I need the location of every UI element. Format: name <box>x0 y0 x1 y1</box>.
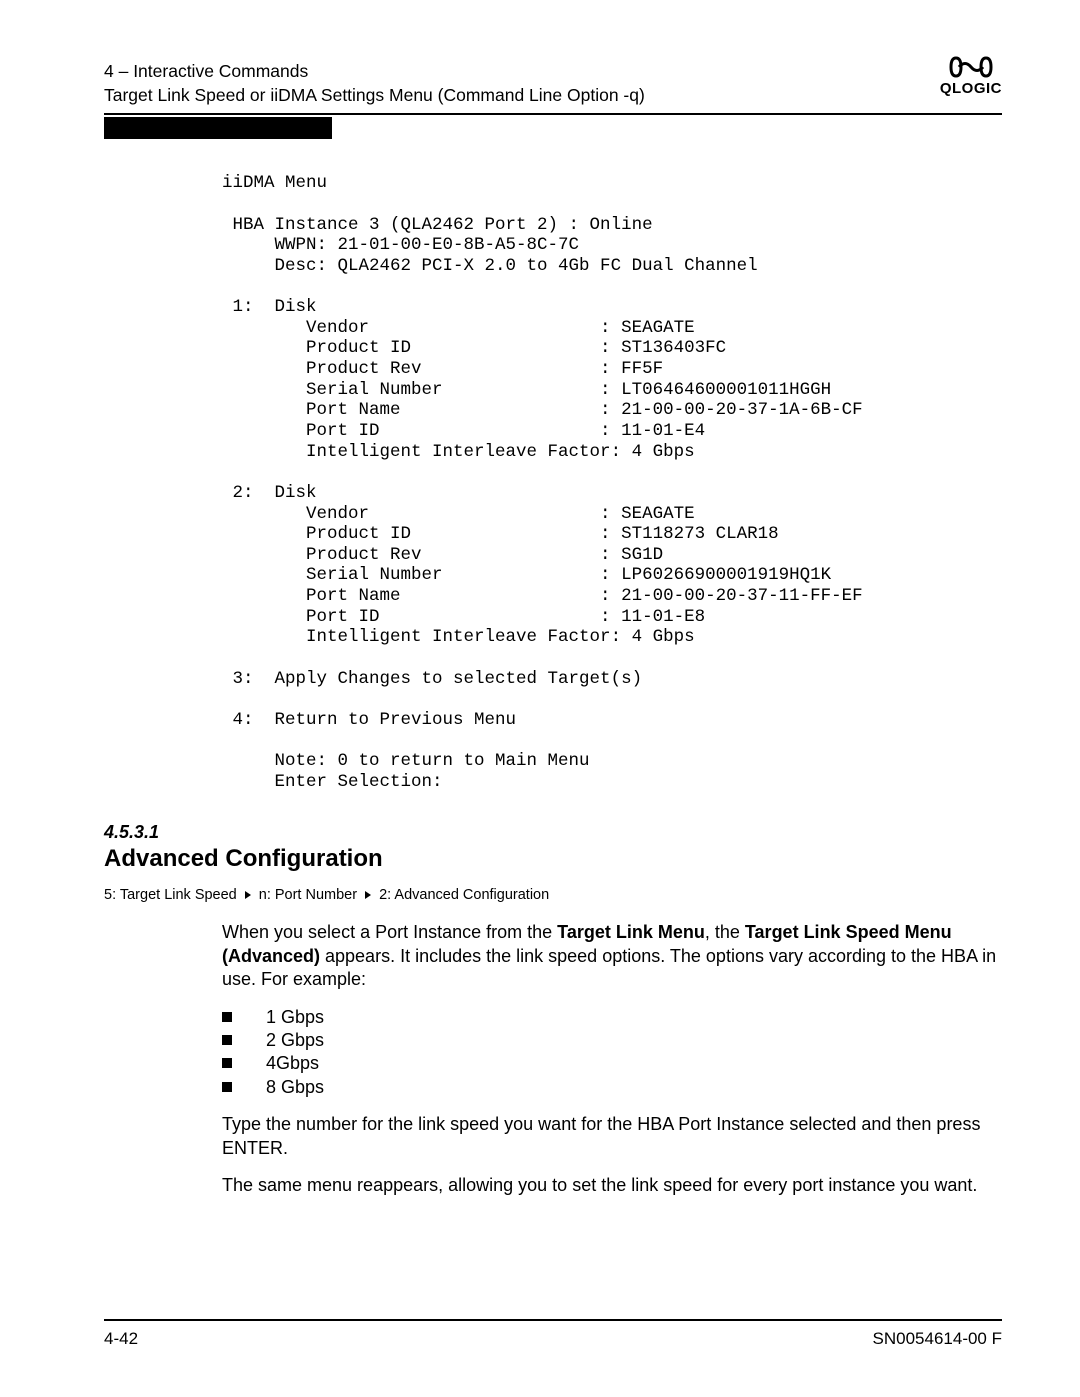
list-item: 8 Gbps <box>222 1076 1002 1099</box>
code-desc: Desc: QLA2462 PCI-X 2.0 to 4Gb FC Dual C… <box>222 256 758 276</box>
paragraph-2: Type the number for the link speed you w… <box>222 1113 1002 1160</box>
code-note: Note: 0 to return to Main Menu <box>222 751 590 771</box>
chevron-right-icon <box>365 891 371 899</box>
code-disk2-portid: Port ID : 11-01-E8 <box>222 607 705 627</box>
code-title: iiDMA Menu <box>222 173 327 193</box>
body-copy: When you select a Port Instance from the… <box>222 921 1002 1197</box>
list-item: 2 Gbps <box>222 1029 1002 1052</box>
terminal-output: iiDMA Menu HBA Instance 3 (QLA2462 Port … <box>222 173 1002 792</box>
page-footer: 4-42 SN0054614-00 F <box>104 1319 1002 1349</box>
chapter-line: 4 – Interactive Commands <box>104 60 645 84</box>
code-disk1-sn: Serial Number : LT06464600001011HGGH <box>222 380 831 400</box>
brand-name: QLOGIC <box>940 80 1002 97</box>
redaction-bar <box>104 117 332 139</box>
paragraph-3: The same menu reappears, allowing you to… <box>222 1174 1002 1197</box>
paragraph-1: When you select a Port Instance from the… <box>222 921 1002 991</box>
code-disk1-rev: Product Rev : FF5F <box>222 359 663 379</box>
speed-options-list: 1 Gbps 2 Gbps 4Gbps 8 Gbps <box>222 1006 1002 1100</box>
code-wwpn: WWPN: 21-01-00-E0-8B-A5-8C-7C <box>222 235 579 255</box>
code-disk2-sn: Serial Number : LP60266900001919HQ1K <box>222 565 831 585</box>
code-disk1-iif: Intelligent Interleave Factor: 4 Gbps <box>222 442 695 462</box>
qlogic-icon <box>948 56 994 78</box>
section-title: Advanced Configuration <box>104 845 1002 873</box>
code-option-3: 3: Apply Changes to selected Target(s) <box>222 669 642 689</box>
code-disk2-iif: Intelligent Interleave Factor: 4 Gbps <box>222 627 695 647</box>
header-subtitle: Target Link Speed or iiDMA Settings Menu… <box>104 84 645 108</box>
footer-rule <box>104 1319 1002 1321</box>
page: 4 – Interactive Commands Target Link Spe… <box>0 0 1080 1397</box>
code-disk1-vendor: Vendor : SEAGATE <box>222 318 695 338</box>
breadcrumb-step-1: 5: Target Link Speed <box>104 887 237 903</box>
header-text: 4 – Interactive Commands Target Link Spe… <box>104 60 645 107</box>
code-disk2-vendor: Vendor : SEAGATE <box>222 504 695 524</box>
breadcrumb: 5: Target Link Speed n: Port Number 2: A… <box>104 887 1002 903</box>
code-disk2-head: 2: Disk <box>222 483 317 503</box>
document-id: SN0054614-00 F <box>873 1329 1002 1349</box>
page-number: 4-42 <box>104 1329 138 1349</box>
code-disk2-pname: Port Name : 21-00-00-20-37-11-FF-EF <box>222 586 863 606</box>
code-disk2-pid: Product ID : ST118273 CLAR18 <box>222 524 779 544</box>
page-header: 4 – Interactive Commands Target Link Spe… <box>104 60 1002 107</box>
list-item: 1 Gbps <box>222 1006 1002 1029</box>
code-disk1-pid: Product ID : ST136403FC <box>222 338 726 358</box>
brand-logo: QLOGIC <box>940 56 1002 97</box>
code-disk1-head: 1: Disk <box>222 297 317 317</box>
list-item: 4Gbps <box>222 1052 1002 1075</box>
code-prompt: Enter Selection: <box>222 772 443 792</box>
breadcrumb-step-2: n: Port Number <box>259 887 357 903</box>
code-disk1-portid: Port ID : 11-01-E4 <box>222 421 705 441</box>
code-hba: HBA Instance 3 (QLA2462 Port 2) : Online <box>222 215 653 235</box>
chevron-right-icon <box>245 891 251 899</box>
breadcrumb-step-3: 2: Advanced Configuration <box>379 887 549 903</box>
section-number: 4.5.3.1 <box>104 822 1002 843</box>
code-disk1-pname: Port Name : 21-00-00-20-37-1A-6B-CF <box>222 400 863 420</box>
code-option-4: 4: Return to Previous Menu <box>222 710 516 730</box>
header-rule <box>104 113 1002 115</box>
code-disk2-rev: Product Rev : SG1D <box>222 545 663 565</box>
